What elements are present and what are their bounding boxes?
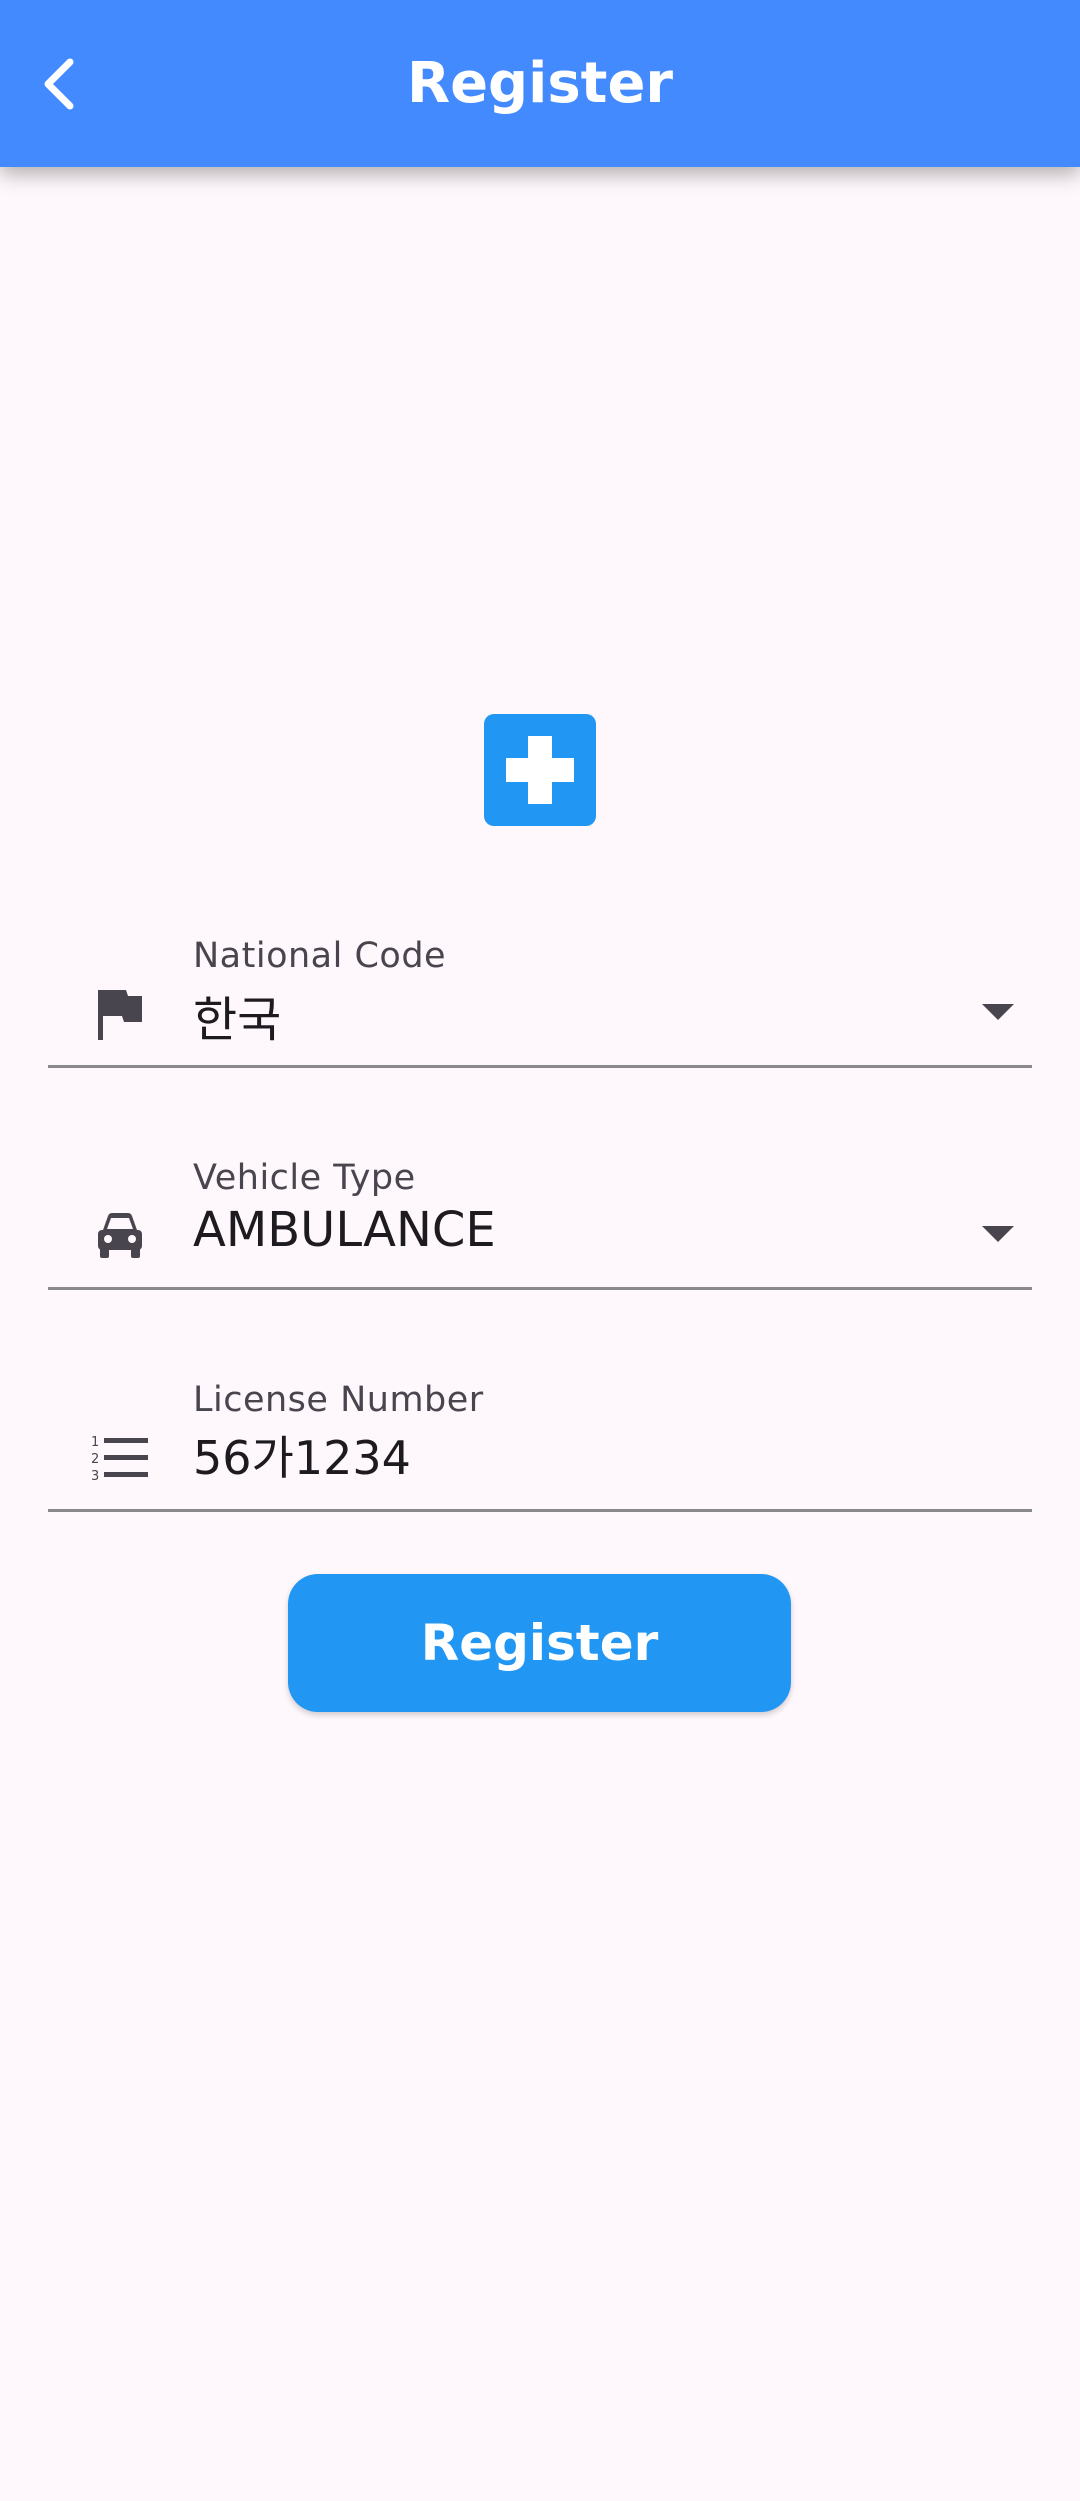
dropdown-arrow-icon [982, 1004, 1014, 1020]
national-code-label: National Code [193, 936, 447, 976]
car-icon [88, 1204, 152, 1268]
license-number-input[interactable] [193, 1420, 993, 1490]
medical-cross-icon [484, 714, 596, 826]
svg-text:1: 1 [91, 1435, 99, 1450]
app-bar: Register [0, 0, 1080, 167]
license-number-label: License Number [193, 1380, 484, 1420]
svg-text:3: 3 [91, 1469, 99, 1484]
license-number-field[interactable]: 1 2 3 License Number [48, 1362, 1032, 1512]
flag-icon [88, 982, 152, 1046]
national-code-value: 한국 [193, 992, 282, 1048]
svg-text:2: 2 [91, 1452, 99, 1467]
vehicle-type-dropdown[interactable]: Vehicle Type AMBULANCE [48, 1140, 1032, 1290]
page-title: Register [406, 51, 674, 116]
register-button[interactable]: Register [288, 1574, 791, 1712]
vehicle-type-label: Vehicle Type [193, 1158, 416, 1198]
vehicle-type-value: AMBULANCE [193, 1202, 496, 1258]
license-number-underline [48, 1509, 1032, 1512]
national-code-underline [48, 1065, 1032, 1068]
vehicle-type-underline [48, 1287, 1032, 1290]
numbered-list-icon: 1 2 3 [88, 1426, 152, 1490]
medical-cross-shape [506, 736, 574, 804]
dropdown-arrow-icon [982, 1226, 1014, 1242]
national-code-dropdown[interactable]: National Code 한국 [48, 918, 1032, 1068]
